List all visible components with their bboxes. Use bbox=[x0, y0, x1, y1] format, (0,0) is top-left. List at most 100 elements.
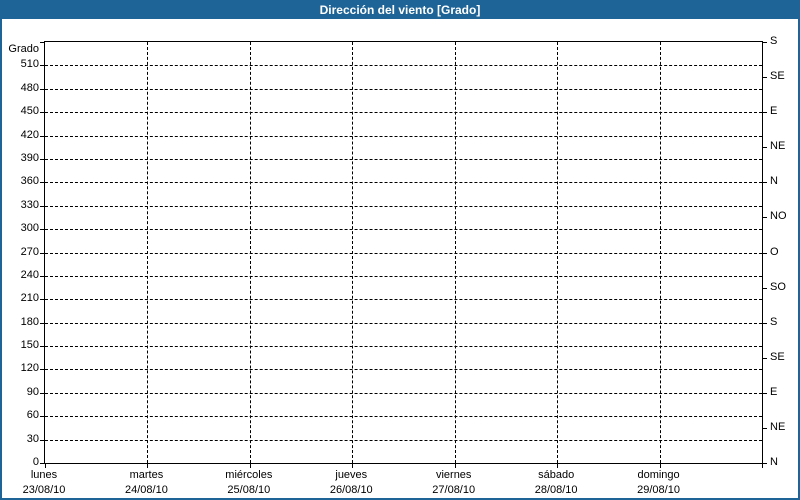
y-left-tick bbox=[40, 65, 45, 67]
y-right-tick-label: N bbox=[770, 456, 778, 468]
y-left-tick-label: 390 bbox=[20, 151, 39, 164]
x-day-label: martes 24/08/10 bbox=[91, 468, 201, 498]
h-gridline bbox=[45, 275, 762, 277]
y-left-tick-label: 150 bbox=[20, 339, 39, 352]
y-left-tick bbox=[40, 299, 45, 301]
y-right-tick-label: SE bbox=[770, 350, 785, 363]
y-right-tick bbox=[762, 182, 767, 184]
x-day-label: viernes 27/08/10 bbox=[399, 468, 509, 498]
h-gridline bbox=[45, 65, 762, 67]
v-gridline bbox=[249, 42, 251, 463]
chart-title: Dirección del viento [Grado] bbox=[319, 3, 481, 17]
y-right-tick bbox=[762, 217, 767, 219]
y-left-tick bbox=[40, 182, 45, 184]
y-left-tick bbox=[40, 275, 45, 277]
y-left-tick-label: 240 bbox=[20, 268, 39, 281]
h-gridline bbox=[45, 392, 762, 394]
y-left-tick-label: 300 bbox=[20, 222, 39, 235]
y-right-tick bbox=[762, 252, 767, 254]
y-right-tick bbox=[762, 42, 767, 43]
y-right-tick bbox=[762, 357, 767, 359]
x-day-name: viernes bbox=[435, 469, 472, 481]
h-gridline bbox=[45, 439, 762, 441]
y-left-tick bbox=[40, 229, 45, 231]
y-left-tick bbox=[40, 369, 45, 371]
y-left-tick-label: 60 bbox=[26, 409, 39, 422]
y-left-tick-label: 30 bbox=[26, 432, 39, 445]
h-gridline bbox=[45, 135, 762, 137]
h-gridline bbox=[45, 369, 762, 371]
y-left-tick-label: 360 bbox=[20, 175, 39, 188]
y-left-tick bbox=[40, 88, 45, 90]
y-left-tick-label: 330 bbox=[20, 198, 39, 211]
y-left-tick-label: 180 bbox=[20, 315, 39, 328]
y-right-tick bbox=[762, 147, 767, 149]
x-day-name: miércoles bbox=[225, 469, 273, 481]
v-gridline bbox=[659, 42, 661, 463]
x-day-name: domingo bbox=[637, 469, 680, 481]
v-gridline bbox=[352, 42, 354, 463]
x-day-date: 27/08/10 bbox=[432, 484, 476, 496]
h-gridline bbox=[45, 299, 762, 301]
y-left-tick bbox=[40, 252, 45, 254]
h-gridline bbox=[45, 322, 762, 324]
h-gridline bbox=[45, 346, 762, 348]
x-day-date: 24/08/10 bbox=[125, 484, 168, 496]
y-left-tick bbox=[40, 42, 45, 43]
y-left-tick-label: 450 bbox=[20, 105, 39, 118]
y-right-tick-label: NE bbox=[770, 140, 786, 153]
x-tick bbox=[762, 463, 763, 468]
y-left-tick bbox=[40, 205, 45, 207]
x-day-date: 29/08/10 bbox=[637, 484, 680, 496]
y-right-tick-label: N bbox=[770, 175, 778, 188]
y-right-tick-label: NE bbox=[770, 420, 786, 433]
x-day-name: lunes bbox=[30, 469, 58, 481]
y-right-tick-label: E bbox=[770, 105, 778, 118]
y-left-tick bbox=[40, 416, 45, 418]
y-right-tick-label: S bbox=[770, 315, 778, 328]
x-day-name: martes bbox=[129, 469, 164, 481]
x-day-date: 26/08/10 bbox=[329, 484, 373, 496]
x-day-label: lunes 23/08/10 bbox=[0, 468, 99, 498]
y-left-tick-label: 420 bbox=[20, 128, 39, 141]
x-day-label: miércoles 25/08/10 bbox=[194, 468, 304, 498]
h-gridline bbox=[45, 252, 762, 254]
y-left-tick bbox=[40, 439, 45, 441]
y-right-tick-label: NO bbox=[770, 210, 787, 223]
x-day-name: sábado bbox=[538, 469, 575, 481]
h-gridline bbox=[45, 182, 762, 184]
y-left-tick-label: 270 bbox=[20, 245, 39, 258]
y-right-tick-label: SE bbox=[770, 70, 785, 83]
x-day-label: jueves 26/08/10 bbox=[296, 468, 406, 498]
y-left-tick-label: 120 bbox=[20, 362, 39, 375]
y-left-tick-label: 480 bbox=[20, 81, 39, 94]
y-axis-title: Grado bbox=[8, 43, 39, 55]
y-right-tick-label: O bbox=[770, 245, 779, 258]
h-gridline bbox=[45, 88, 762, 90]
h-gridline bbox=[45, 416, 762, 418]
y-left-tick bbox=[40, 135, 45, 137]
v-gridline bbox=[147, 42, 149, 463]
y-left-tick-label: 510 bbox=[20, 58, 39, 71]
y-right-tick bbox=[762, 77, 767, 79]
h-gridline bbox=[45, 229, 762, 231]
y-left-tick-label: 210 bbox=[20, 292, 39, 305]
x-day-date: 28/08/10 bbox=[534, 484, 578, 496]
x-day-label: domingo 29/08/10 bbox=[604, 468, 714, 498]
h-gridline bbox=[45, 205, 762, 207]
y-left-tick bbox=[40, 392, 45, 394]
plot-area bbox=[40, 41, 767, 468]
x-day-date: 23/08/10 bbox=[22, 484, 66, 496]
y-right-tick-label: E bbox=[770, 385, 778, 398]
y-right-tick bbox=[762, 392, 767, 394]
v-gridline bbox=[454, 42, 456, 463]
x-day-date: 25/08/10 bbox=[227, 484, 271, 496]
y-right-tick bbox=[762, 287, 767, 289]
y-left-tick bbox=[40, 158, 45, 160]
y-right-tick bbox=[762, 427, 767, 429]
x-day-label: sábado 28/08/10 bbox=[501, 468, 611, 498]
y-right-tick bbox=[762, 322, 767, 324]
h-gridline bbox=[45, 158, 762, 160]
y-right-tick bbox=[762, 112, 767, 114]
v-gridline bbox=[557, 42, 559, 463]
